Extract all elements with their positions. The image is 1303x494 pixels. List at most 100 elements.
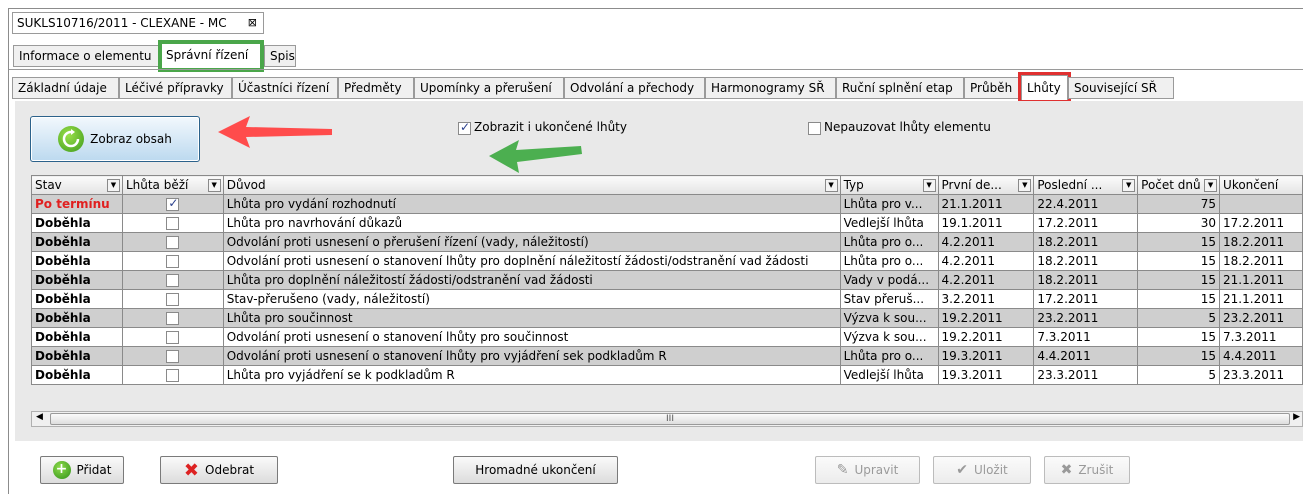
table-row[interactable]: Doběhla Odvolání proti usnesení o stanove… — [31, 346, 1303, 366]
cell-lhuta-bezi — [121, 194, 224, 214]
cell-pocet-dnu: 5 — [1137, 365, 1221, 385]
cell-typ: Výzva k sou... — [839, 308, 939, 328]
running-checkbox[interactable] — [166, 331, 180, 344]
running-checkbox[interactable] — [166, 236, 180, 249]
scroll-right-icon[interactable]: ▶ — [1293, 412, 1300, 422]
cell-pocet-dnu: 15 — [1137, 232, 1221, 252]
cell-posledni-den: 23.2.2011 — [1033, 308, 1139, 328]
bulk-end-button[interactable]: Hromadné ukončení — [453, 456, 618, 484]
col-pocet-dnu[interactable]: Počet dnů ▼ — [1137, 175, 1221, 195]
subtab-predmety[interactable]: Předměty — [338, 77, 414, 99]
running-checkbox[interactable] — [166, 217, 180, 230]
subtab-zakladni-udaje[interactable]: Základní údaje — [12, 77, 119, 99]
cell-prvni-den: 19.2.2011 — [937, 327, 1035, 347]
col-ukonceni[interactable]: Ukončení — [1219, 175, 1303, 195]
cell-duvod: Lhůta pro vyjádření se k podkladům R — [222, 365, 841, 385]
col-stav[interactable]: Stav ▼ — [31, 175, 123, 195]
cancel-button[interactable]: ✖ Zrušit — [1044, 456, 1130, 484]
col-posledni-den[interactable]: Poslední ... ▼ — [1033, 175, 1139, 195]
subtab-prubeh[interactable]: Průběh — [964, 77, 1020, 99]
table-row[interactable]: Doběhla Odvolání proti usnesení o stanove… — [31, 327, 1303, 347]
tab-label: Účastníci řízení — [238, 81, 330, 95]
no-pause-label: Nepauzovat lhůty elementu — [824, 120, 991, 134]
cell-lhuta-bezi — [121, 346, 224, 366]
subtab-harmonogramy[interactable]: Harmonogramy SŘ — [705, 77, 836, 99]
refresh-icon — [58, 126, 85, 152]
cell-prvni-den: 19.3.2011 — [937, 365, 1035, 385]
cell-ukonceni: 21.1.2011 — [1219, 289, 1303, 309]
save-button[interactable]: ✔ Uložit — [933, 456, 1031, 484]
close-icon[interactable]: ⊠ — [248, 13, 257, 33]
running-checkbox[interactable] — [166, 369, 180, 382]
filter-dropdown-icon[interactable]: ▼ — [1122, 179, 1136, 192]
subtab-odvolani-a-prechody[interactable]: Odvolání a přechody — [564, 77, 705, 99]
tab-spis[interactable]: Spis — [264, 45, 296, 67]
add-button[interactable]: + Přidat — [40, 456, 124, 484]
cell-pocet-dnu: 30 — [1137, 213, 1221, 233]
subtab-lecive-pripravky[interactable]: Léčivé přípravky — [119, 77, 232, 99]
no-pause-checkbox[interactable] — [808, 122, 821, 135]
remove-label: Odebrat — [205, 463, 255, 477]
remove-button[interactable]: ✖ Odebrat — [160, 456, 278, 484]
cell-typ: Lhůta pro o... — [839, 232, 939, 252]
running-checkbox[interactable] — [166, 196, 180, 211]
filter-dropdown-icon[interactable]: ▼ — [1204, 179, 1218, 192]
horizontal-scrollbar[interactable]: ◀ III ▶ — [31, 411, 1303, 427]
edit-button[interactable]: ✎ Upravit — [815, 456, 920, 484]
subtab-souvisejici-sr[interactable]: Související SŘ — [1068, 77, 1174, 99]
running-checkbox[interactable] — [166, 293, 180, 306]
table-row[interactable]: Doběhla Odvolání proti usnesení o přeruše… — [31, 232, 1303, 252]
running-checkbox[interactable] — [166, 274, 180, 287]
cell-duvod: Odvolání proti usnesení o přerušení říze… — [222, 232, 841, 252]
col-lhuta-bezi[interactable]: Lhůta běží ▼ — [121, 175, 224, 195]
cell-lhuta-bezi — [121, 232, 224, 252]
cell-duvod: Stav-přerušeno (vady, náležitostí) — [222, 289, 841, 309]
running-checkbox[interactable] — [166, 350, 180, 363]
cell-posledni-den: 18.2.2011 — [1033, 232, 1139, 252]
running-checkbox[interactable] — [166, 255, 180, 268]
subtab-rucni-splneni-etap[interactable]: Ruční splnění etap — [836, 77, 964, 99]
cell-stav: Doběhla — [31, 308, 123, 328]
cell-stav: Doběhla — [31, 365, 123, 385]
tab-label: Předměty — [344, 81, 402, 95]
table-row[interactable]: Doběhla Lhůta pro navrhování důkazů Vedlej… — [31, 213, 1303, 233]
cell-stav: Doběhla — [31, 251, 123, 271]
subtab-upominky-a-preruseni[interactable]: Upomínky a přerušení — [414, 77, 564, 99]
filter-dropdown-icon[interactable]: ▼ — [922, 179, 936, 192]
table-row[interactable]: Doběhla Stav-přerušeno (vady, náležitostí… — [31, 289, 1303, 309]
col-duvod[interactable]: Důvod ▼ — [222, 175, 841, 195]
cell-duvod: Odvolání proti usnesení o stanovení lhůt… — [222, 346, 841, 366]
show-content-label: Zobraz obsah — [90, 132, 172, 146]
filter-dropdown-icon[interactable]: ▼ — [106, 179, 120, 192]
cell-typ: Vady v podá... — [839, 270, 939, 290]
cell-stav: Doběhla — [31, 270, 123, 290]
scroll-left-icon[interactable]: ◀ — [36, 412, 43, 422]
green-arrow-annotation — [489, 140, 582, 173]
show-finished-checkbox[interactable] — [458, 120, 471, 135]
subtab-ucastnici-rizeni[interactable]: Účastníci řízení — [232, 77, 338, 99]
cell-duvod: Odvolání proti usnesení o stanovení lhůt… — [222, 327, 841, 347]
col-prvni-den[interactable]: První de... ▼ — [937, 175, 1035, 195]
table-row[interactable]: Doběhla Lhůta pro součinnost Výzva k sou..… — [31, 308, 1303, 328]
running-checkbox[interactable] — [166, 312, 180, 325]
table-row[interactable]: Po termínu Lhůta pro vydání rozhodnutíLhů… — [31, 194, 1303, 214]
cell-typ: Lhůta pro o... — [839, 251, 939, 271]
plus-icon: + — [52, 461, 71, 479]
scrollbar-thumb[interactable]: III — [50, 413, 1290, 425]
table-row[interactable]: Doběhla Lhůta pro doplnění náležitostí žá… — [31, 270, 1303, 290]
filter-dropdown-icon[interactable]: ▼ — [207, 179, 221, 192]
cell-ukonceni: 23.3.2011 — [1219, 365, 1303, 385]
col-typ[interactable]: Typ ▼ — [839, 175, 939, 195]
filter-dropdown-icon[interactable]: ▼ — [824, 179, 838, 192]
cell-posledni-den: 22.4.2011 — [1033, 194, 1139, 214]
cell-ukonceni: 18.2.2011 — [1219, 232, 1303, 252]
cell-stav: Po termínu — [31, 194, 123, 214]
table-row[interactable]: Doběhla Odvolání proti usnesení o stanove… — [31, 251, 1303, 271]
tab-informace-o-elementu[interactable]: Informace o elementu — [13, 45, 160, 67]
show-content-button[interactable]: Zobraz obsah — [30, 116, 200, 162]
filter-dropdown-icon[interactable]: ▼ — [1018, 179, 1032, 192]
table-row[interactable]: Doběhla Lhůta pro vyjádření se k podkladů… — [31, 365, 1303, 385]
column-label: Počet dnů — [1141, 178, 1201, 192]
green-highlight-box — [158, 40, 264, 72]
document-tab[interactable]: SUKLS10716/2011 - CLEXANE - MC ⊠ — [12, 12, 264, 34]
